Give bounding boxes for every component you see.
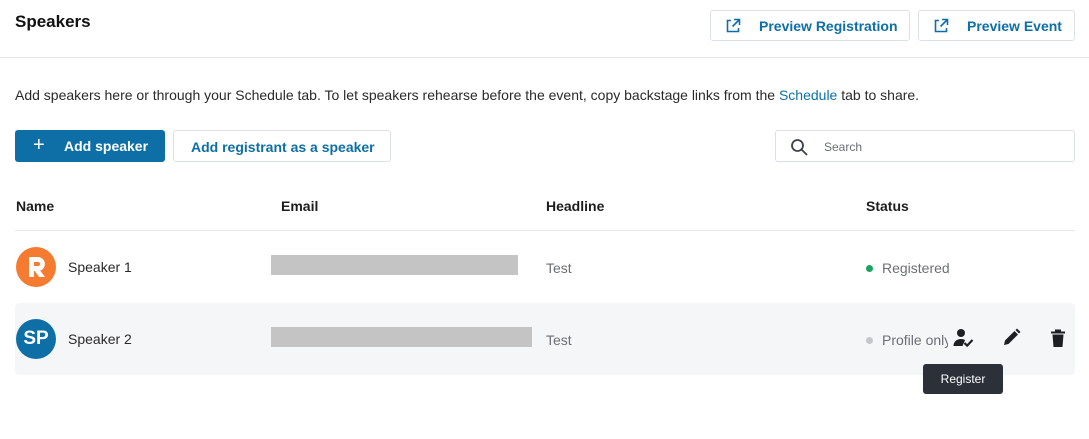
- column-header-status: Status: [866, 198, 909, 214]
- search-input[interactable]: [824, 138, 1064, 156]
- external-link-icon: [934, 18, 949, 33]
- avatar: [16, 247, 56, 287]
- column-header-name: Name: [16, 198, 55, 214]
- add-registrant-button[interactable]: Add registrant as a speaker: [173, 130, 391, 162]
- column-header-email: Email: [281, 198, 319, 214]
- search-icon: [791, 139, 808, 156]
- table-row[interactable]: Speaker 1 Test Registered: [15, 231, 1075, 303]
- logo-icon: [16, 247, 56, 287]
- email-redacted: [271, 327, 532, 347]
- avatar: SP: [16, 319, 56, 359]
- status-badge: Registered: [866, 260, 1066, 276]
- add-registrant-label: Add registrant as a speaker: [191, 139, 375, 155]
- speaker-name: Speaker 1: [68, 259, 132, 275]
- email-redacted: [271, 255, 518, 275]
- intro-text: Add speakers here or through your Schedu…: [15, 87, 919, 103]
- table-row[interactable]: SP Speaker 2 Test Profile only: [15, 303, 1075, 375]
- page-header: Speakers Preview Registration Preview Ev…: [0, 0, 1089, 58]
- preview-event-label: Preview Event: [967, 18, 1062, 34]
- schedule-link[interactable]: Schedule: [779, 87, 837, 103]
- column-header-headline: Headline: [546, 198, 605, 214]
- status-label: Registered: [882, 260, 950, 276]
- pencil-icon[interactable]: [1000, 327, 1022, 349]
- register-tooltip: Register: [923, 364, 1003, 394]
- status-label: Profile only: [882, 332, 948, 348]
- avatar-initials: SP: [23, 328, 49, 349]
- speaker-headline: Test: [546, 260, 572, 276]
- page-title: Speakers: [15, 12, 91, 31]
- search-box[interactable]: [775, 130, 1075, 162]
- preview-registration-label: Preview Registration: [759, 18, 898, 34]
- speaker-name: Speaker 2: [68, 331, 132, 347]
- preview-registration-button[interactable]: Preview Registration: [710, 10, 910, 41]
- plus-icon: +: [33, 134, 45, 156]
- trash-icon[interactable]: [1047, 327, 1069, 349]
- external-link-icon: [726, 18, 741, 33]
- intro-text-after: tab to share.: [837, 87, 920, 103]
- speaker-headline: Test: [546, 332, 572, 348]
- add-speaker-button[interactable]: + Add speaker: [15, 130, 165, 162]
- status-dot-icon: [866, 265, 873, 272]
- status-dot-icon: [866, 337, 873, 344]
- register-user-icon[interactable]: [952, 327, 974, 349]
- intro-text-before: Add speakers here or through your Schedu…: [15, 87, 779, 103]
- preview-event-button[interactable]: Preview Event: [918, 10, 1075, 41]
- status-badge: Profile only: [866, 332, 948, 348]
- add-speaker-label: Add speaker: [64, 138, 149, 154]
